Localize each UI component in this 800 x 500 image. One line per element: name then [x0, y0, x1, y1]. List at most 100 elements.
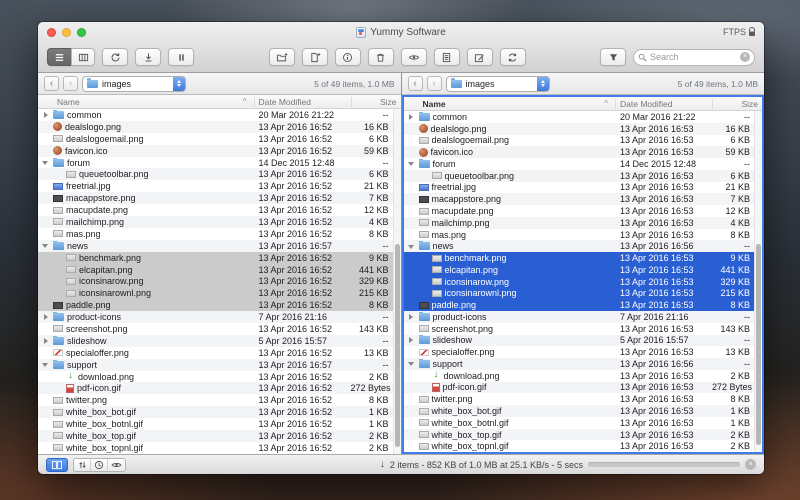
file-row-mas.png[interactable]: mas.png13 Apr 2016 16:538 KB: [404, 229, 763, 241]
file-row-paddle.png[interactable]: paddle.png13 Apr 2016 16:538 KB: [404, 299, 763, 311]
disclosure-closed-icon[interactable]: [41, 313, 50, 322]
file-row-download.png[interactable]: download.png13 Apr 2016 16:532 KB: [404, 370, 763, 382]
folder-select[interactable]: images: [446, 76, 550, 92]
disclosure-open-icon[interactable]: [41, 158, 50, 167]
column-header-size[interactable]: Size: [712, 99, 762, 109]
new-folder-button[interactable]: [269, 48, 295, 66]
file-row-benchmark.png[interactable]: benchmark.png13 Apr 2016 16:529 KB: [38, 252, 401, 264]
file-row-product-icons[interactable]: product-icons7 Apr 2016 21:16--: [404, 311, 763, 323]
column-header-size[interactable]: Size: [351, 97, 401, 107]
file-row-white_box_botnl.gif[interactable]: white_box_botnl.gif13 Apr 2016 16:531 KB: [404, 417, 763, 429]
list-view-button[interactable]: [47, 48, 71, 66]
sync-button[interactable]: [500, 48, 526, 66]
file-row-dealslogoemail.png[interactable]: dealslogoemail.png13 Apr 2016 16:526 KB: [38, 133, 401, 145]
file-row-slideshow[interactable]: slideshow5 Apr 2016 15:57--: [404, 335, 763, 347]
file-row-news[interactable]: news13 Apr 2016 16:57--: [38, 240, 401, 252]
file-row-paddle.png[interactable]: paddle.png13 Apr 2016 16:528 KB: [38, 299, 401, 311]
file-row-white_box_topnl.gif[interactable]: white_box_topnl.gif13 Apr 2016 16:522 KB: [38, 442, 401, 454]
file-row-iconsinarow.png[interactable]: iconsinarow.png13 Apr 2016 16:53329 KB: [404, 276, 763, 288]
file-row-macupdate.png[interactable]: macupdate.png13 Apr 2016 16:5312 KB: [404, 205, 763, 217]
search-input[interactable]: [650, 52, 737, 62]
file-row-support[interactable]: support13 Apr 2016 16:57--: [38, 359, 401, 371]
file-row-favicon.ico[interactable]: favicon.ico13 Apr 2016 16:5259 KB: [38, 145, 401, 157]
file-row-macappstore.png[interactable]: macappstore.png13 Apr 2016 16:527 KB: [38, 192, 401, 204]
file-row-freetrial.jpg[interactable]: freetrial.jpg13 Apr 2016 16:5221 KB: [38, 180, 401, 192]
minimize-button[interactable]: [62, 28, 71, 37]
file-row-white_box_top.gif[interactable]: white_box_top.gif13 Apr 2016 16:532 KB: [404, 429, 763, 441]
file-row-elcapitan.png[interactable]: elcapitan.png13 Apr 2016 16:52441 KB: [38, 264, 401, 276]
file-row-white_box_botnl.gif[interactable]: white_box_botnl.gif13 Apr 2016 16:521 KB: [38, 418, 401, 430]
cancel-transfer-button[interactable]: ×: [745, 459, 756, 470]
file-row-mailchimp.png[interactable]: mailchimp.png13 Apr 2016 16:534 KB: [404, 217, 763, 229]
forward-button[interactable]: ›: [63, 76, 78, 91]
search-clear-icon[interactable]: ×: [740, 52, 750, 62]
file-row-freetrial.jpg[interactable]: freetrial.jpg13 Apr 2016 16:5321 KB: [404, 182, 763, 194]
filter-button[interactable]: [600, 48, 626, 66]
disclosure-open-icon[interactable]: [407, 359, 416, 368]
zoom-button[interactable]: [77, 28, 86, 37]
info-button[interactable]: [335, 48, 361, 66]
close-button[interactable]: [47, 28, 56, 37]
disclosure-open-icon[interactable]: [407, 159, 416, 168]
new-file-button[interactable]: [302, 48, 328, 66]
file-row-queuetoolbar.png[interactable]: queuetoolbar.png13 Apr 2016 16:526 KB: [38, 168, 401, 180]
forward-button[interactable]: ›: [427, 76, 442, 91]
scrollbar-thumb[interactable]: [395, 244, 400, 448]
file-row-news[interactable]: news13 Apr 2016 16:56--: [404, 240, 763, 252]
column-header-name[interactable]: Name^: [38, 97, 254, 107]
file-row-white_box_bot.gif[interactable]: white_box_bot.gif13 Apr 2016 16:531 KB: [404, 405, 763, 417]
disclosure-open-icon[interactable]: [41, 360, 50, 369]
file-row-specialoffer.png[interactable]: specialoffer.png13 Apr 2016 16:5313 KB: [404, 346, 763, 358]
history-button[interactable]: [91, 459, 108, 471]
quicklook-button[interactable]: [108, 459, 125, 471]
file-row-product-icons[interactable]: product-icons7 Apr 2016 21:16--: [38, 311, 401, 323]
delete-button[interactable]: [368, 48, 394, 66]
scrollbar-thumb[interactable]: [756, 244, 761, 445]
disclosure-closed-icon[interactable]: [41, 336, 50, 345]
file-row-white_box_top.gif[interactable]: white_box_top.gif13 Apr 2016 16:522 KB: [38, 430, 401, 442]
file-row-forum[interactable]: forum14 Dec 2015 12:48--: [38, 157, 401, 169]
back-button[interactable]: ‹: [44, 76, 59, 91]
file-row-queuetoolbar.png[interactable]: queuetoolbar.png13 Apr 2016 16:536 KB: [404, 170, 763, 182]
file-row-pdf-icon.gif[interactable]: pdf-icon.gif13 Apr 2016 16:53272 Bytes: [404, 382, 763, 394]
dual-pane-toggle-button[interactable]: [46, 458, 68, 472]
file-row-common[interactable]: common20 Mar 2016 21:22--: [404, 111, 763, 123]
column-header-date[interactable]: Date Modified: [615, 99, 712, 109]
refresh-button[interactable]: [102, 48, 128, 66]
file-row-favicon.ico[interactable]: favicon.ico13 Apr 2016 16:5359 KB: [404, 146, 763, 158]
file-row-white_box_bot.gif[interactable]: white_box_bot.gif13 Apr 2016 16:521 KB: [38, 406, 401, 418]
file-row-common[interactable]: common20 Mar 2016 21:22--: [38, 109, 401, 121]
search-field[interactable]: ×: [633, 49, 755, 66]
file-row-twitter.png[interactable]: twitter.png13 Apr 2016 16:528 KB: [38, 394, 401, 406]
disclosure-closed-icon[interactable]: [407, 336, 416, 345]
file-row-elcapitan.png[interactable]: elcapitan.png13 Apr 2016 16:53441 KB: [404, 264, 763, 276]
file-row-slideshow[interactable]: slideshow5 Apr 2016 15:57--: [38, 335, 401, 347]
file-row-iconsinarow.png[interactable]: iconsinarow.png13 Apr 2016 16:52329 KB: [38, 275, 401, 287]
disclosure-open-icon[interactable]: [41, 241, 50, 250]
disclosure-closed-icon[interactable]: [407, 312, 416, 321]
disclosure-closed-icon[interactable]: [41, 110, 50, 119]
preview-button[interactable]: [401, 48, 427, 66]
file-row-screenshot.png[interactable]: screenshot.png13 Apr 2016 16:53143 KB: [404, 323, 763, 335]
edit-button[interactable]: [467, 48, 493, 66]
file-row-macupdate.png[interactable]: macupdate.png13 Apr 2016 16:5212 KB: [38, 204, 401, 216]
column-header-name[interactable]: Name^: [404, 99, 616, 109]
column-view-button[interactable]: [71, 48, 95, 66]
file-row-mas.png[interactable]: mas.png13 Apr 2016 16:528 KB: [38, 228, 401, 240]
file-row-dealslogo.png[interactable]: dealslogo.png13 Apr 2016 16:5216 KB: [38, 121, 401, 133]
pause-button[interactable]: [168, 48, 194, 66]
file-row-specialoffer.png[interactable]: specialoffer.png13 Apr 2016 16:5213 KB: [38, 347, 401, 359]
folder-select[interactable]: images: [82, 76, 186, 92]
file-row-screenshot.png[interactable]: screenshot.png13 Apr 2016 16:52143 KB: [38, 323, 401, 335]
file-row-forum[interactable]: forum14 Dec 2015 12:48--: [404, 158, 763, 170]
file-row-macappstore.png[interactable]: macappstore.png13 Apr 2016 16:537 KB: [404, 193, 763, 205]
transfer-direction-button[interactable]: [74, 459, 91, 471]
file-row-iconsinarownl.png[interactable]: iconsinarownl.png13 Apr 2016 16:52215 KB: [38, 287, 401, 299]
disclosure-open-icon[interactable]: [407, 242, 416, 251]
file-row-twitter.png[interactable]: twitter.png13 Apr 2016 16:538 KB: [404, 393, 763, 405]
disclosure-closed-icon[interactable]: [407, 112, 416, 121]
file-row-white_box_topnl.gif[interactable]: white_box_topnl.gif13 Apr 2016 16:532 KB: [404, 440, 763, 452]
download-button[interactable]: [135, 48, 161, 66]
permissions-button[interactable]: [434, 48, 460, 66]
file-row-dealslogoemail.png[interactable]: dealslogoemail.png13 Apr 2016 16:536 KB: [404, 135, 763, 147]
